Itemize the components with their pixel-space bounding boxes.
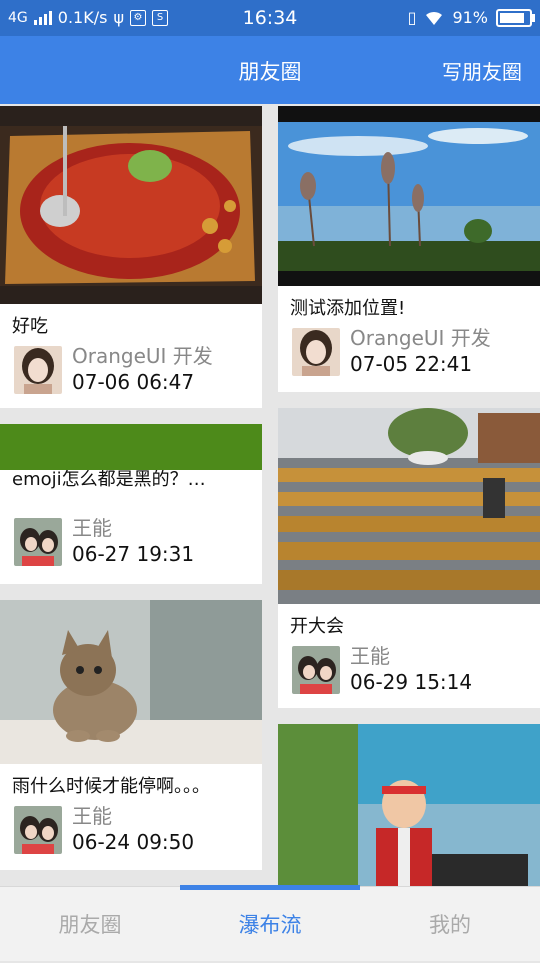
active-tab-indicator xyxy=(180,885,360,890)
vibrate-icon: ▯ xyxy=(407,8,417,27)
post-time: 06-24 09:50 xyxy=(72,830,195,854)
write-moment-button[interactable]: 写朋友圈 xyxy=(442,56,522,85)
title-bar: 朋友圈 写朋友圈 xyxy=(0,36,540,104)
green-banner[interactable] xyxy=(0,424,262,470)
post-meta: 王能 06-24 09:50 xyxy=(0,800,262,864)
avatar[interactable] xyxy=(14,346,62,394)
tab-moments[interactable]: 朋友圈 xyxy=(0,887,180,961)
post-meta: 王能 06-29 15:14 xyxy=(278,640,540,704)
post-caption: 好吃 xyxy=(12,316,48,337)
bottom-tab-bar: 朋友圈 瀑布流 我的 xyxy=(0,885,540,961)
author-name: 王能 xyxy=(72,804,112,828)
post-time: 06-29 15:14 xyxy=(350,670,473,694)
feed-column-left: 好吃 OrangeUI 开发 07-06 06:47 emoji怎么都是黑的？… xyxy=(0,106,262,886)
post-card[interactable]: 开大会 王能 06-29 15:14 xyxy=(278,408,540,708)
post-caption: 雨什么时候才能停啊。。。 xyxy=(12,776,210,797)
bleachers-photo[interactable] xyxy=(278,408,540,604)
author-name: OrangeUI 开发 xyxy=(72,344,213,368)
post-time: 06-27 19:31 xyxy=(72,542,195,566)
tab-waterfall-label: 瀑布流 xyxy=(238,913,302,937)
food-photo[interactable] xyxy=(0,106,262,304)
post-card[interactable]: 测试添加位置! OrangeUI 开发 07-05 22:41 xyxy=(278,106,540,392)
cat-photo[interactable] xyxy=(0,600,262,764)
status-right: ▯ 91% xyxy=(407,8,535,27)
avatar[interactable] xyxy=(292,646,340,694)
post-card[interactable]: 雨什么时候才能停啊。。。 王能 06-24 09:50 xyxy=(0,600,262,870)
wifi-icon xyxy=(426,11,443,25)
avatar[interactable] xyxy=(14,518,62,566)
status-bar: 4G 0.1K/s ψ ⚙ S 16:34 ▯ 91% xyxy=(0,0,540,36)
post-time: 07-06 06:47 xyxy=(72,370,195,394)
post-caption: 测试添加位置! xyxy=(290,298,406,319)
post-caption: 开大会 xyxy=(290,616,344,637)
tab-waterfall[interactable]: 瀑布流 xyxy=(180,885,360,961)
avatar[interactable] xyxy=(292,328,340,376)
post-card[interactable]: 好吃 OrangeUI 开发 07-06 06:47 xyxy=(0,106,262,408)
avatar[interactable] xyxy=(14,806,62,854)
battery-icon xyxy=(496,8,535,27)
post-time: 07-05 22:41 xyxy=(350,352,473,376)
post-meta: OrangeUI 开发 07-05 22:41 xyxy=(278,322,540,386)
tab-profile[interactable]: 我的 xyxy=(360,887,540,961)
author-name: 王能 xyxy=(72,516,112,540)
author-name: OrangeUI 开发 xyxy=(350,326,491,350)
feed-column-right: 测试添加位置! OrangeUI 开发 07-05 22:41 开大会 王能 0… xyxy=(278,106,540,886)
seaside-photo[interactable] xyxy=(278,106,540,286)
post-caption: emoji怎么都是黑的？… xyxy=(12,470,206,490)
post-card[interactable]: emoji怎么都是黑的？… 王能 06-27 19:31 xyxy=(0,424,262,584)
post-card[interactable] xyxy=(278,724,540,886)
post-meta: OrangeUI 开发 07-06 06:47 xyxy=(0,340,262,404)
kid-photo[interactable] xyxy=(278,724,540,886)
post-meta: 王能 06-27 19:31 xyxy=(0,512,262,576)
author-name: 王能 xyxy=(350,644,390,668)
waterfall-feed[interactable]: 好吃 OrangeUI 开发 07-06 06:47 emoji怎么都是黑的？… xyxy=(0,106,540,886)
battery-percent: 91% xyxy=(452,8,488,27)
